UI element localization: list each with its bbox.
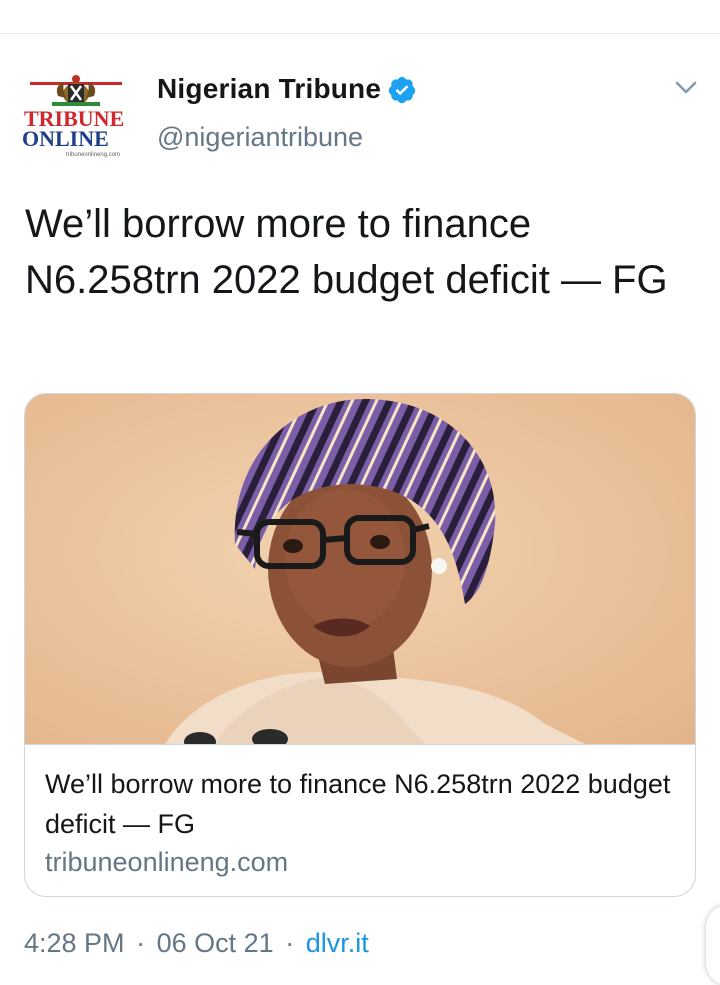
tweet-time[interactable]: 4:28 PM — [24, 928, 125, 958]
tweet-source-link[interactable]: dlvr.it — [306, 928, 369, 958]
verified-badge-icon — [388, 76, 416, 104]
tribune-online-logo: TRIBUNE ONLINE tribuneonlineng.com — [22, 75, 124, 158]
chevron-down-icon[interactable] — [672, 76, 700, 100]
svg-text:ONLINE: ONLINE — [22, 126, 109, 151]
link-preview-card[interactable]: We’ll borrow more to finance N6.258trn 2… — [24, 393, 696, 897]
card-domain: tribuneonlineng.com — [45, 847, 289, 877]
article-photo — [25, 394, 695, 745]
svg-text:tribuneonlineng.com: tribuneonlineng.com — [66, 152, 120, 158]
top-divider — [0, 33, 720, 34]
tweet-date[interactable]: 06 Oct 21 — [157, 928, 274, 958]
floating-edge-handle[interactable] — [706, 905, 720, 985]
tweet-text: We’ll borrow more to finance N6.258trn 2… — [25, 202, 668, 302]
author-name[interactable]: Nigerian Tribune — [157, 72, 381, 106]
meta-separator: · — [285, 928, 295, 958]
coat-of-arms-icon — [30, 75, 122, 106]
author-avatar[interactable]: TRIBUNE ONLINE tribuneonlineng.com — [22, 70, 130, 162]
card-title: We’ll borrow more to finance N6.258trn 2… — [45, 769, 671, 839]
meta-separator: · — [136, 928, 146, 958]
tweet-meta: 4:28 PM · 06 Oct 21 · dlvr.it — [24, 925, 369, 961]
author-handle[interactable]: @nigeriantribune — [157, 120, 363, 154]
